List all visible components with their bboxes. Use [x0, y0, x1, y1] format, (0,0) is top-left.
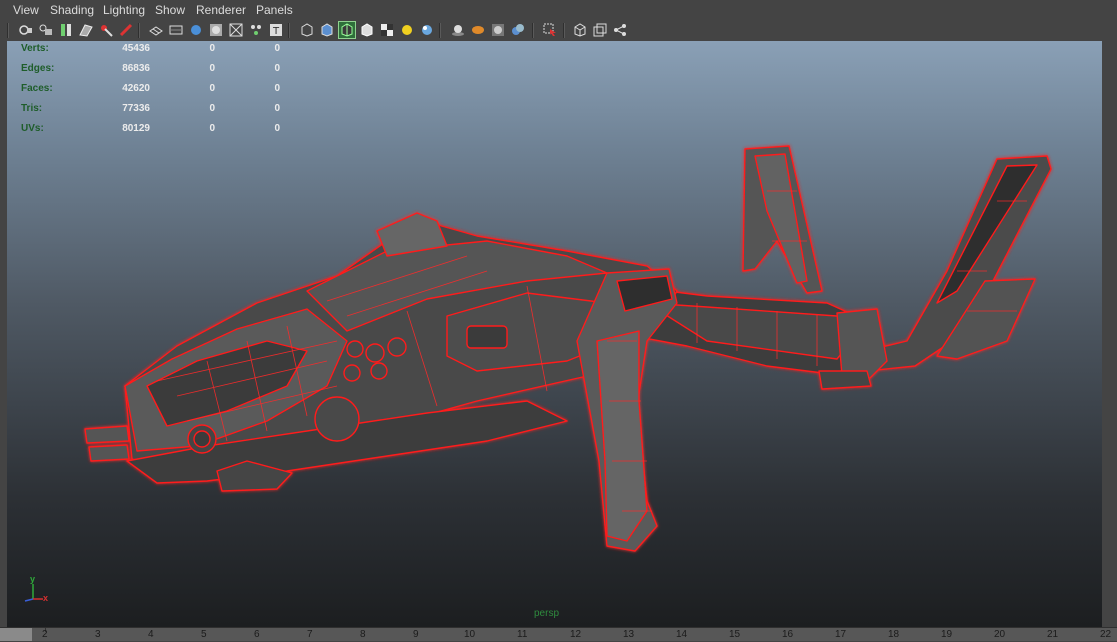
frame-tick: 2 — [42, 629, 48, 640]
hud-value: 77336 — [122, 103, 150, 114]
frame-tick: 16 — [782, 629, 794, 640]
hud-value: 0 — [209, 43, 215, 54]
frame-tick: 22 — [1100, 629, 1112, 640]
frame-tick: 5 — [201, 629, 207, 640]
shadows-icon[interactable] — [419, 22, 435, 38]
image-plane-icon[interactable] — [78, 22, 94, 38]
ambient-occlusion-icon[interactable] — [450, 22, 466, 38]
frame-tick: 20 — [994, 629, 1006, 640]
menu-panels[interactable]: Panels — [256, 3, 293, 17]
frame-tick: 4 — [148, 629, 154, 640]
frame-tick: 7 — [307, 629, 313, 640]
frame-tick: 17 — [835, 629, 847, 640]
toolbar-separator — [563, 23, 565, 38]
toolbar-separator — [288, 23, 290, 38]
view-axis-gizmo: y x — [15, 574, 55, 604]
frame-tick: 6 — [254, 629, 260, 640]
textured-icon[interactable] — [379, 22, 395, 38]
frame-tick: 12 — [570, 629, 582, 640]
frame-tick: 21 — [1047, 629, 1059, 640]
hud-label: Verts: — [21, 43, 49, 54]
svg-text:T: T — [272, 26, 280, 37]
wireframe-on-shaded-icon[interactable] — [338, 21, 356, 39]
hud-value: 42620 — [122, 83, 150, 94]
axis-y-label: y — [30, 574, 36, 584]
anti-aliasing-icon[interactable] — [490, 22, 506, 38]
hud-label: Edges: — [21, 63, 55, 74]
perspective-viewport[interactable]: Verts: 45436 0 0 Edges: 86836 0 0 Faces:… — [7, 41, 1102, 627]
hud-label: Faces: — [21, 83, 53, 94]
hud-row-uvs: UVs: 80129 0 0 — [21, 123, 281, 137]
bookmark-icon[interactable] — [58, 22, 74, 38]
axis-x-label: x — [43, 593, 49, 603]
time-slider[interactable]: 2 3 4 5 6 7 8 9 10 11 12 13 14 15 16 17 … — [0, 627, 1117, 641]
hud-value: 0 — [274, 83, 280, 94]
grid-icon[interactable] — [148, 22, 164, 38]
viewport-frame-right — [1102, 41, 1117, 627]
xray-components-icon[interactable] — [612, 22, 628, 38]
frame-tick: 18 — [888, 629, 900, 640]
hud-value: 0 — [209, 103, 215, 114]
toolbar-separator — [7, 23, 9, 38]
smooth-shade-icon[interactable] — [319, 22, 335, 38]
hud-value: 0 — [274, 43, 280, 54]
menu-renderer[interactable]: Renderer — [196, 3, 246, 17]
frame-tick: 8 — [360, 629, 366, 640]
camera-name-label: persp — [534, 608, 560, 619]
toolbar-separator — [439, 23, 441, 38]
select-camera-icon[interactable] — [18, 22, 34, 38]
2d-pan-icon[interactable] — [98, 22, 114, 38]
field-chart-icon[interactable] — [228, 22, 244, 38]
hud-row-tris: Tris: 77336 0 0 — [21, 103, 281, 117]
hud-row-verts: Verts: 45436 0 0 — [21, 43, 281, 57]
toolbar-separator — [532, 23, 534, 38]
menu-show[interactable]: Show — [155, 3, 185, 17]
safe-title-icon[interactable]: T — [268, 22, 284, 38]
motion-blur-icon[interactable] — [470, 22, 486, 38]
hud-value: 0 — [209, 123, 215, 134]
menu-lighting[interactable]: Lighting — [103, 3, 145, 17]
hud-label: UVs: — [21, 123, 44, 134]
frame-tick: 13 — [623, 629, 635, 640]
gate-mask-icon[interactable] — [208, 22, 224, 38]
toolbar-separator — [138, 23, 140, 38]
lock-camera-icon[interactable] — [38, 22, 54, 38]
hud-value: 80129 — [122, 123, 150, 134]
hud-value: 86836 — [122, 63, 150, 74]
hud-row-edges: Edges: 86836 0 0 — [21, 63, 281, 77]
hud-value: 0 — [274, 103, 280, 114]
panel-menu-bar: View Shading Lighting Show Renderer Pane… — [0, 0, 1117, 20]
safe-action-icon[interactable] — [248, 22, 264, 38]
hud-value: 0 — [274, 63, 280, 74]
use-all-lights-icon[interactable] — [399, 22, 415, 38]
resolution-gate-icon[interactable] — [188, 22, 204, 38]
wireframe-icon[interactable] — [299, 22, 315, 38]
menu-view[interactable]: View — [13, 3, 39, 17]
hud-row-faces: Faces: 42620 0 0 — [21, 83, 281, 97]
isolate-select-icon[interactable] — [542, 22, 558, 38]
depth-of-field-icon[interactable] — [510, 22, 526, 38]
menu-shading[interactable]: Shading — [50, 3, 94, 17]
frame-tick: 15 — [729, 629, 741, 640]
frame-tick: 19 — [941, 629, 953, 640]
frame-tick: 9 — [413, 629, 419, 640]
hud-label: Tris: — [21, 103, 43, 114]
frame-tick: 11 — [517, 629, 528, 640]
frame-tick: 3 — [95, 629, 101, 640]
current-frame-indicator[interactable] — [0, 628, 32, 641]
grease-pencil-icon[interactable] — [118, 22, 134, 38]
viewport-frame-left — [0, 41, 7, 627]
hud-value: 0 — [274, 123, 280, 134]
hud-value: 0 — [209, 63, 215, 74]
panel-toolbar: T — [0, 20, 1117, 41]
hud-value: 0 — [209, 83, 215, 94]
xray-joints-icon[interactable] — [592, 22, 608, 38]
frame-tick: 10 — [464, 629, 476, 640]
frame-tick: 14 — [676, 629, 688, 640]
flat-shade-icon[interactable] — [359, 22, 375, 38]
xray-icon[interactable] — [572, 22, 588, 38]
hud-value: 45436 — [122, 43, 150, 54]
film-gate-icon[interactable] — [168, 22, 184, 38]
